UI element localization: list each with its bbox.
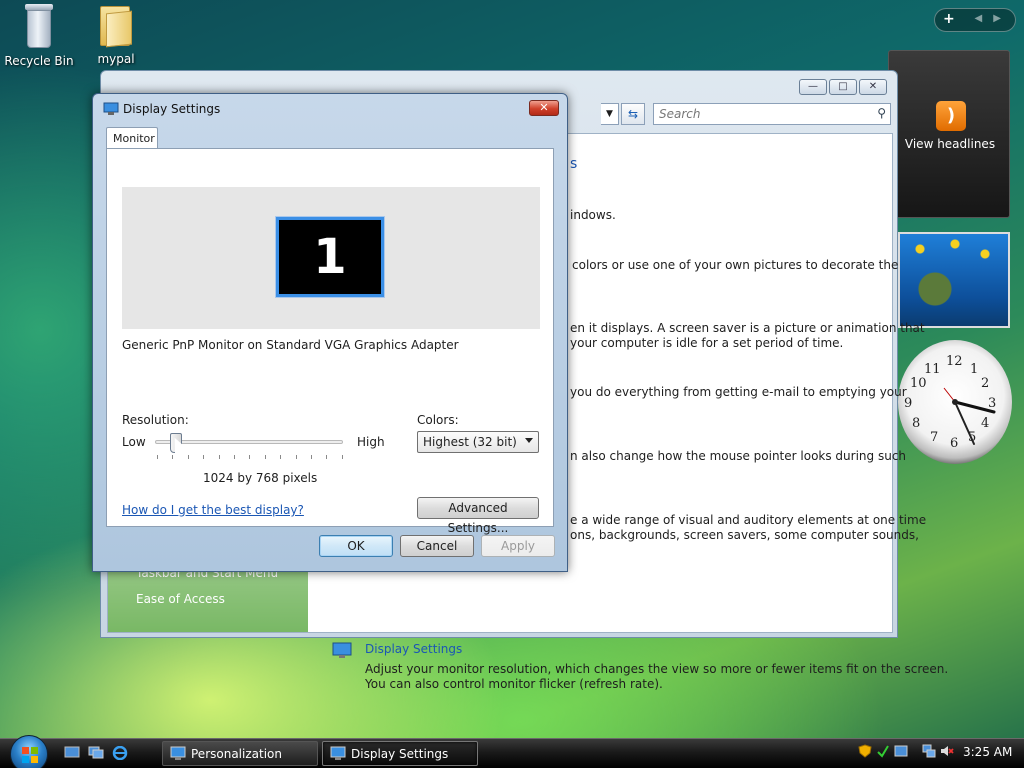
apply-button[interactable]: Apply xyxy=(481,535,555,557)
volume-muted-icon[interactable] xyxy=(940,744,954,758)
description-text: colors or use one of your own pictures t… xyxy=(572,258,899,272)
display-settings-description: Adjust your monitor resolution, which ch… xyxy=(365,662,949,676)
resolution-slider-ticks xyxy=(157,455,343,459)
add-gadget-button[interactable]: + xyxy=(943,11,955,27)
high-label: High xyxy=(357,435,385,449)
recycle-bin-icon xyxy=(23,4,55,50)
best-display-help-link[interactable]: How do I get the best display? xyxy=(122,503,304,517)
display-settings-description: You can also control monitor flicker (re… xyxy=(365,677,663,691)
folder-icon xyxy=(98,4,134,48)
resolution-label: Resolution: xyxy=(122,413,189,427)
minimize-button[interactable]: — xyxy=(799,79,827,95)
network-icon[interactable] xyxy=(922,744,936,758)
desktop-icon-recycle-bin[interactable]: Recycle Bin xyxy=(1,4,77,68)
display-settings-icon xyxy=(330,746,346,760)
sidebar-tray-icon[interactable] xyxy=(894,744,908,758)
description-text: your computer is idle for a set period o… xyxy=(570,336,844,350)
chevron-down-icon xyxy=(525,438,533,443)
resolution-value: 1024 by 768 pixels xyxy=(203,471,318,485)
rss-icon: ) xyxy=(936,101,966,131)
cancel-button[interactable]: Cancel xyxy=(400,535,474,557)
description-text: ons, backgrounds, screen savers, some co… xyxy=(570,528,919,542)
colors-dropdown[interactable]: Highest (32 bit) xyxy=(417,431,539,453)
refresh-icon[interactable]: ⇆ xyxy=(621,103,645,125)
slideshow-gadget[interactable] xyxy=(898,232,1010,328)
description-text: n also change how the mouse pointer look… xyxy=(570,449,907,463)
network-status-icon[interactable] xyxy=(876,744,890,758)
windows-logo-icon xyxy=(22,747,38,763)
search-icon[interactable]: ⚲ xyxy=(877,106,886,120)
sidebar-controls: + ◀ ▶ xyxy=(934,8,1016,32)
maximize-button[interactable]: □ xyxy=(829,79,857,95)
internet-explorer-icon[interactable] xyxy=(112,746,128,760)
monitor-name: Generic PnP Monitor on Standard VGA Grap… xyxy=(122,338,459,352)
taskbar-item-label: Display Settings xyxy=(351,747,449,761)
taskbar-item-label: Personalization xyxy=(191,747,282,761)
monitor-tab-panel: 1 Generic PnP Monitor on Standard VGA Gr… xyxy=(106,148,554,535)
ok-button[interactable]: OK xyxy=(319,535,393,557)
colors-label: Colors: xyxy=(417,413,459,427)
personalization-icon xyxy=(170,746,186,760)
description-text: indows. xyxy=(570,208,616,222)
taskbar-item-display-settings[interactable]: Display Settings xyxy=(322,741,478,766)
close-button[interactable]: ✕ xyxy=(859,79,887,95)
advanced-settings-button[interactable]: Advanced Settings... xyxy=(417,497,539,535)
security-shield-icon[interactable] xyxy=(858,744,872,758)
tab-monitor[interactable]: Monitor xyxy=(106,127,158,149)
page-heading: s xyxy=(570,156,578,172)
description-text: you do everything from getting e-mail to… xyxy=(570,385,907,399)
display-settings-dialog: Display Settings ✕ Monitor 1 Generic PnP… xyxy=(92,93,568,572)
window-caption-buttons: — □ ✕ xyxy=(799,79,887,95)
dialog-title: Display Settings xyxy=(123,102,221,116)
display-settings-icon xyxy=(332,642,352,658)
show-desktop-icon[interactable] xyxy=(64,746,80,760)
dialog-close-button[interactable]: ✕ xyxy=(529,100,559,116)
display-settings-icon xyxy=(103,102,119,115)
colors-selected-value: Highest (32 bit) xyxy=(423,435,517,449)
feed-headlines-gadget[interactable]: ) View headlines xyxy=(888,50,1010,218)
taskbar-item-personalization[interactable]: Personalization xyxy=(162,741,318,766)
taskbar-clock[interactable]: 3:25 AM xyxy=(963,745,1012,759)
ease-of-access-link[interactable]: Ease of Access xyxy=(136,592,225,606)
monitor-1-tile[interactable]: 1 xyxy=(276,217,384,297)
address-dropdown-icon[interactable]: ▼ xyxy=(601,103,619,125)
desktop-icon-mypal[interactable]: mypal xyxy=(78,4,154,66)
low-label: Low xyxy=(122,435,146,449)
feed-headlines-label: View headlines xyxy=(904,137,996,151)
search-placeholder: Search xyxy=(659,107,701,121)
start-button[interactable] xyxy=(10,735,48,768)
desktop-icon-label: Recycle Bin xyxy=(4,54,74,68)
desktop-icon-label: mypal xyxy=(97,52,135,66)
switch-windows-icon[interactable] xyxy=(88,746,104,760)
clock-hands xyxy=(943,387,996,445)
display-settings-link[interactable]: Display Settings xyxy=(365,642,462,656)
description-text: e a wide range of visual and auditory el… xyxy=(570,513,927,527)
monitor-arrangement-area: 1 xyxy=(122,187,540,329)
sidebar-nav-arrows[interactable]: ◀ ▶ xyxy=(974,13,1005,24)
search-input[interactable]: Search ⚲ xyxy=(653,103,891,125)
description-text: en it displays. A screen saver is a pict… xyxy=(570,321,925,335)
clock-gadget[interactable]: 12 1 2 3 4 5 6 7 8 9 10 11 xyxy=(898,340,1012,464)
